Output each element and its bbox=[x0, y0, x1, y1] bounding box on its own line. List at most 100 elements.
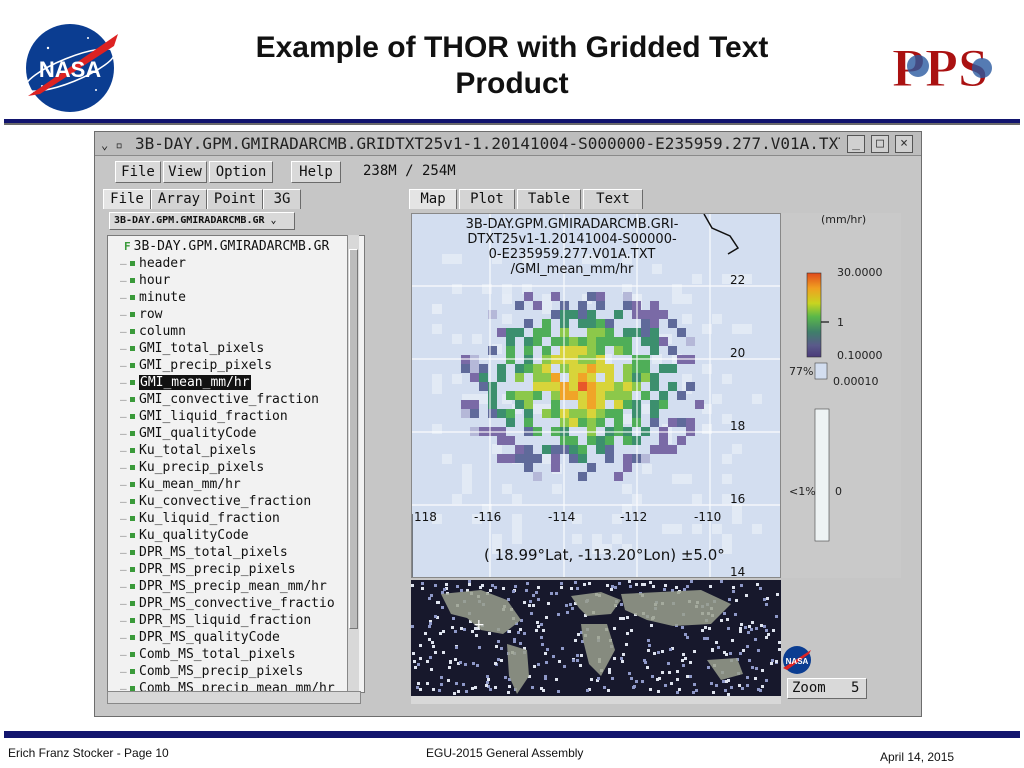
leaf-icon bbox=[130, 482, 135, 487]
world-rain-speck bbox=[676, 678, 679, 681]
rain-cell bbox=[578, 445, 587, 454]
tab-table[interactable]: Table bbox=[517, 189, 581, 209]
menu-view[interactable]: View bbox=[163, 161, 207, 183]
world-rain-speck bbox=[760, 624, 763, 627]
rain-cell bbox=[551, 391, 560, 400]
tree-item[interactable]: — GMI_total_pixels bbox=[108, 340, 354, 357]
window-titlebar[interactable]: ⌄ ▫ 3B-DAY.GPM.GMIRADARCMB.GRIDTXT25v1-1… bbox=[95, 132, 921, 156]
tree-item[interactable]: — Ku_mean_mm/hr bbox=[108, 476, 354, 493]
menu-help[interactable]: Help bbox=[291, 161, 341, 183]
tree-item[interactable]: — minute bbox=[108, 289, 354, 306]
tab-array[interactable]: Array bbox=[151, 189, 207, 209]
light-rain-cell bbox=[452, 374, 462, 384]
rain-cell bbox=[605, 373, 614, 382]
tree-item[interactable]: — Comb_MS_precip_pixels bbox=[108, 663, 354, 680]
world-rain-speck bbox=[419, 657, 422, 660]
window-menu-icon[interactable]: ⌄ ▫ bbox=[101, 138, 123, 152]
tree-item[interactable]: — GMI_mean_mm/hr bbox=[108, 374, 354, 391]
rain-cell bbox=[569, 409, 578, 418]
tree-item[interactable]: — DPR_MS_total_pixels bbox=[108, 544, 354, 561]
tab-plot[interactable]: Plot bbox=[459, 189, 515, 209]
tree-item[interactable]: — DPR_MS_precip_pixels bbox=[108, 561, 354, 578]
rain-cell bbox=[506, 409, 515, 418]
world-rain-speck bbox=[641, 680, 644, 683]
tree-item[interactable]: — column bbox=[108, 323, 354, 340]
world-rain-speck bbox=[740, 623, 743, 626]
tree-item[interactable]: — Ku_qualityCode bbox=[108, 527, 354, 544]
tree-horizontal-scrollbar[interactable] bbox=[107, 691, 361, 704]
minimize-button[interactable]: _ bbox=[847, 135, 865, 153]
tree-item[interactable]: — DPR_MS_precip_mean_mm/hr bbox=[108, 578, 354, 595]
world-rain-speck bbox=[537, 663, 540, 666]
rain-cell bbox=[596, 319, 605, 328]
tab-file[interactable]: File bbox=[103, 189, 151, 209]
tree-item[interactable]: — DPR_MS_qualityCode bbox=[108, 629, 354, 646]
rain-cell bbox=[533, 454, 542, 463]
world-rain-speck bbox=[479, 586, 482, 589]
world-rain-speck bbox=[445, 583, 448, 586]
leaf-icon bbox=[130, 380, 135, 385]
rain-cell bbox=[524, 292, 533, 301]
world-rain-speck bbox=[558, 660, 561, 663]
world-rain-speck bbox=[625, 643, 628, 646]
legend-pct-high: 77% bbox=[789, 365, 813, 378]
rain-cell bbox=[524, 463, 533, 472]
world-rain-speck bbox=[610, 588, 613, 591]
menu-option[interactable]: Option bbox=[209, 161, 273, 183]
rain-cell bbox=[569, 346, 578, 355]
scrollbar-thumb[interactable] bbox=[349, 249, 358, 629]
file-select-dropdown[interactable]: 3B-DAY.GPM.GMIRADARCMB.GR ⌄ bbox=[109, 212, 295, 230]
variable-tree[interactable]: F 3B-DAY.GPM.GMIRADARCMB.GR — header — hour —… bbox=[107, 235, 365, 693]
tab-3g[interactable]: 3G bbox=[263, 189, 301, 209]
tab-map[interactable]: Map bbox=[409, 189, 457, 209]
tree-item[interactable]: — Ku_total_pixels bbox=[108, 442, 354, 459]
tree-item[interactable]: — DPR_MS_liquid_fraction bbox=[108, 612, 354, 629]
world-rain-speck bbox=[747, 631, 750, 634]
world-rain-speck bbox=[613, 657, 616, 660]
tree-item[interactable]: — hour bbox=[108, 272, 354, 289]
menu-file[interactable]: File bbox=[115, 161, 161, 183]
tree-item-label: Ku_precip_pixels bbox=[139, 460, 265, 475]
world-rain-speck bbox=[517, 631, 520, 634]
map-view[interactable]: 3B-DAY.GPM.GMIRADARCMB.GRI- DTXT25v1-1.2… bbox=[411, 213, 781, 578]
world-rain-speck bbox=[500, 659, 503, 662]
rain-cell bbox=[569, 436, 578, 445]
rain-cell bbox=[578, 310, 587, 319]
rain-cell bbox=[542, 346, 551, 355]
world-rain-speck bbox=[414, 666, 417, 669]
world-rain-speck bbox=[532, 594, 535, 597]
tree-connector: — bbox=[120, 648, 127, 661]
world-rain-speck bbox=[526, 582, 529, 585]
close-button[interactable]: × bbox=[895, 135, 913, 153]
tree-item[interactable]: — GMI_qualityCode bbox=[108, 425, 354, 442]
world-overview-map[interactable]: + bbox=[411, 580, 781, 704]
tree-item[interactable]: — row bbox=[108, 306, 354, 323]
world-rain-speck bbox=[535, 591, 538, 594]
tree-item[interactable]: — Ku_precip_pixels bbox=[108, 459, 354, 476]
tab-point[interactable]: Point bbox=[207, 189, 263, 209]
tree-item[interactable]: — Comb_MS_total_pixels bbox=[108, 646, 354, 663]
rain-cell bbox=[578, 319, 587, 328]
light-rain-cell bbox=[452, 494, 462, 504]
tree-item[interactable]: — GMI_liquid_fraction bbox=[108, 408, 354, 425]
tree-item[interactable]: — DPR_MS_convective_fractio bbox=[108, 595, 354, 612]
tree-item[interactable]: — Ku_liquid_fraction bbox=[108, 510, 354, 527]
tree-item-label: GMI_mean_mm/hr bbox=[139, 375, 251, 390]
light-rain-cell bbox=[652, 264, 662, 274]
world-rain-speck bbox=[684, 633, 687, 636]
tree-item[interactable]: — GMI_precip_pixels bbox=[108, 357, 354, 374]
rain-cell bbox=[515, 454, 524, 463]
maximize-button[interactable]: □ bbox=[871, 135, 889, 153]
zoom-select[interactable]: Zoom 5 ⌄ bbox=[787, 678, 867, 699]
tree-item[interactable]: — GMI_convective_fraction bbox=[108, 391, 354, 408]
tab-text[interactable]: Text bbox=[583, 189, 643, 209]
rain-cell bbox=[578, 373, 587, 382]
world-rain-speck bbox=[449, 661, 452, 664]
tree-item[interactable]: — header bbox=[108, 255, 354, 272]
rain-cell bbox=[659, 310, 668, 319]
tree-item[interactable]: — Ku_convective_fraction bbox=[108, 493, 354, 510]
tree-root[interactable]: F 3B-DAY.GPM.GMIRADARCMB.GR bbox=[108, 238, 354, 255]
tree-vertical-scrollbar[interactable] bbox=[347, 235, 359, 693]
rain-cell bbox=[551, 409, 560, 418]
world-rain-speck bbox=[683, 588, 686, 591]
